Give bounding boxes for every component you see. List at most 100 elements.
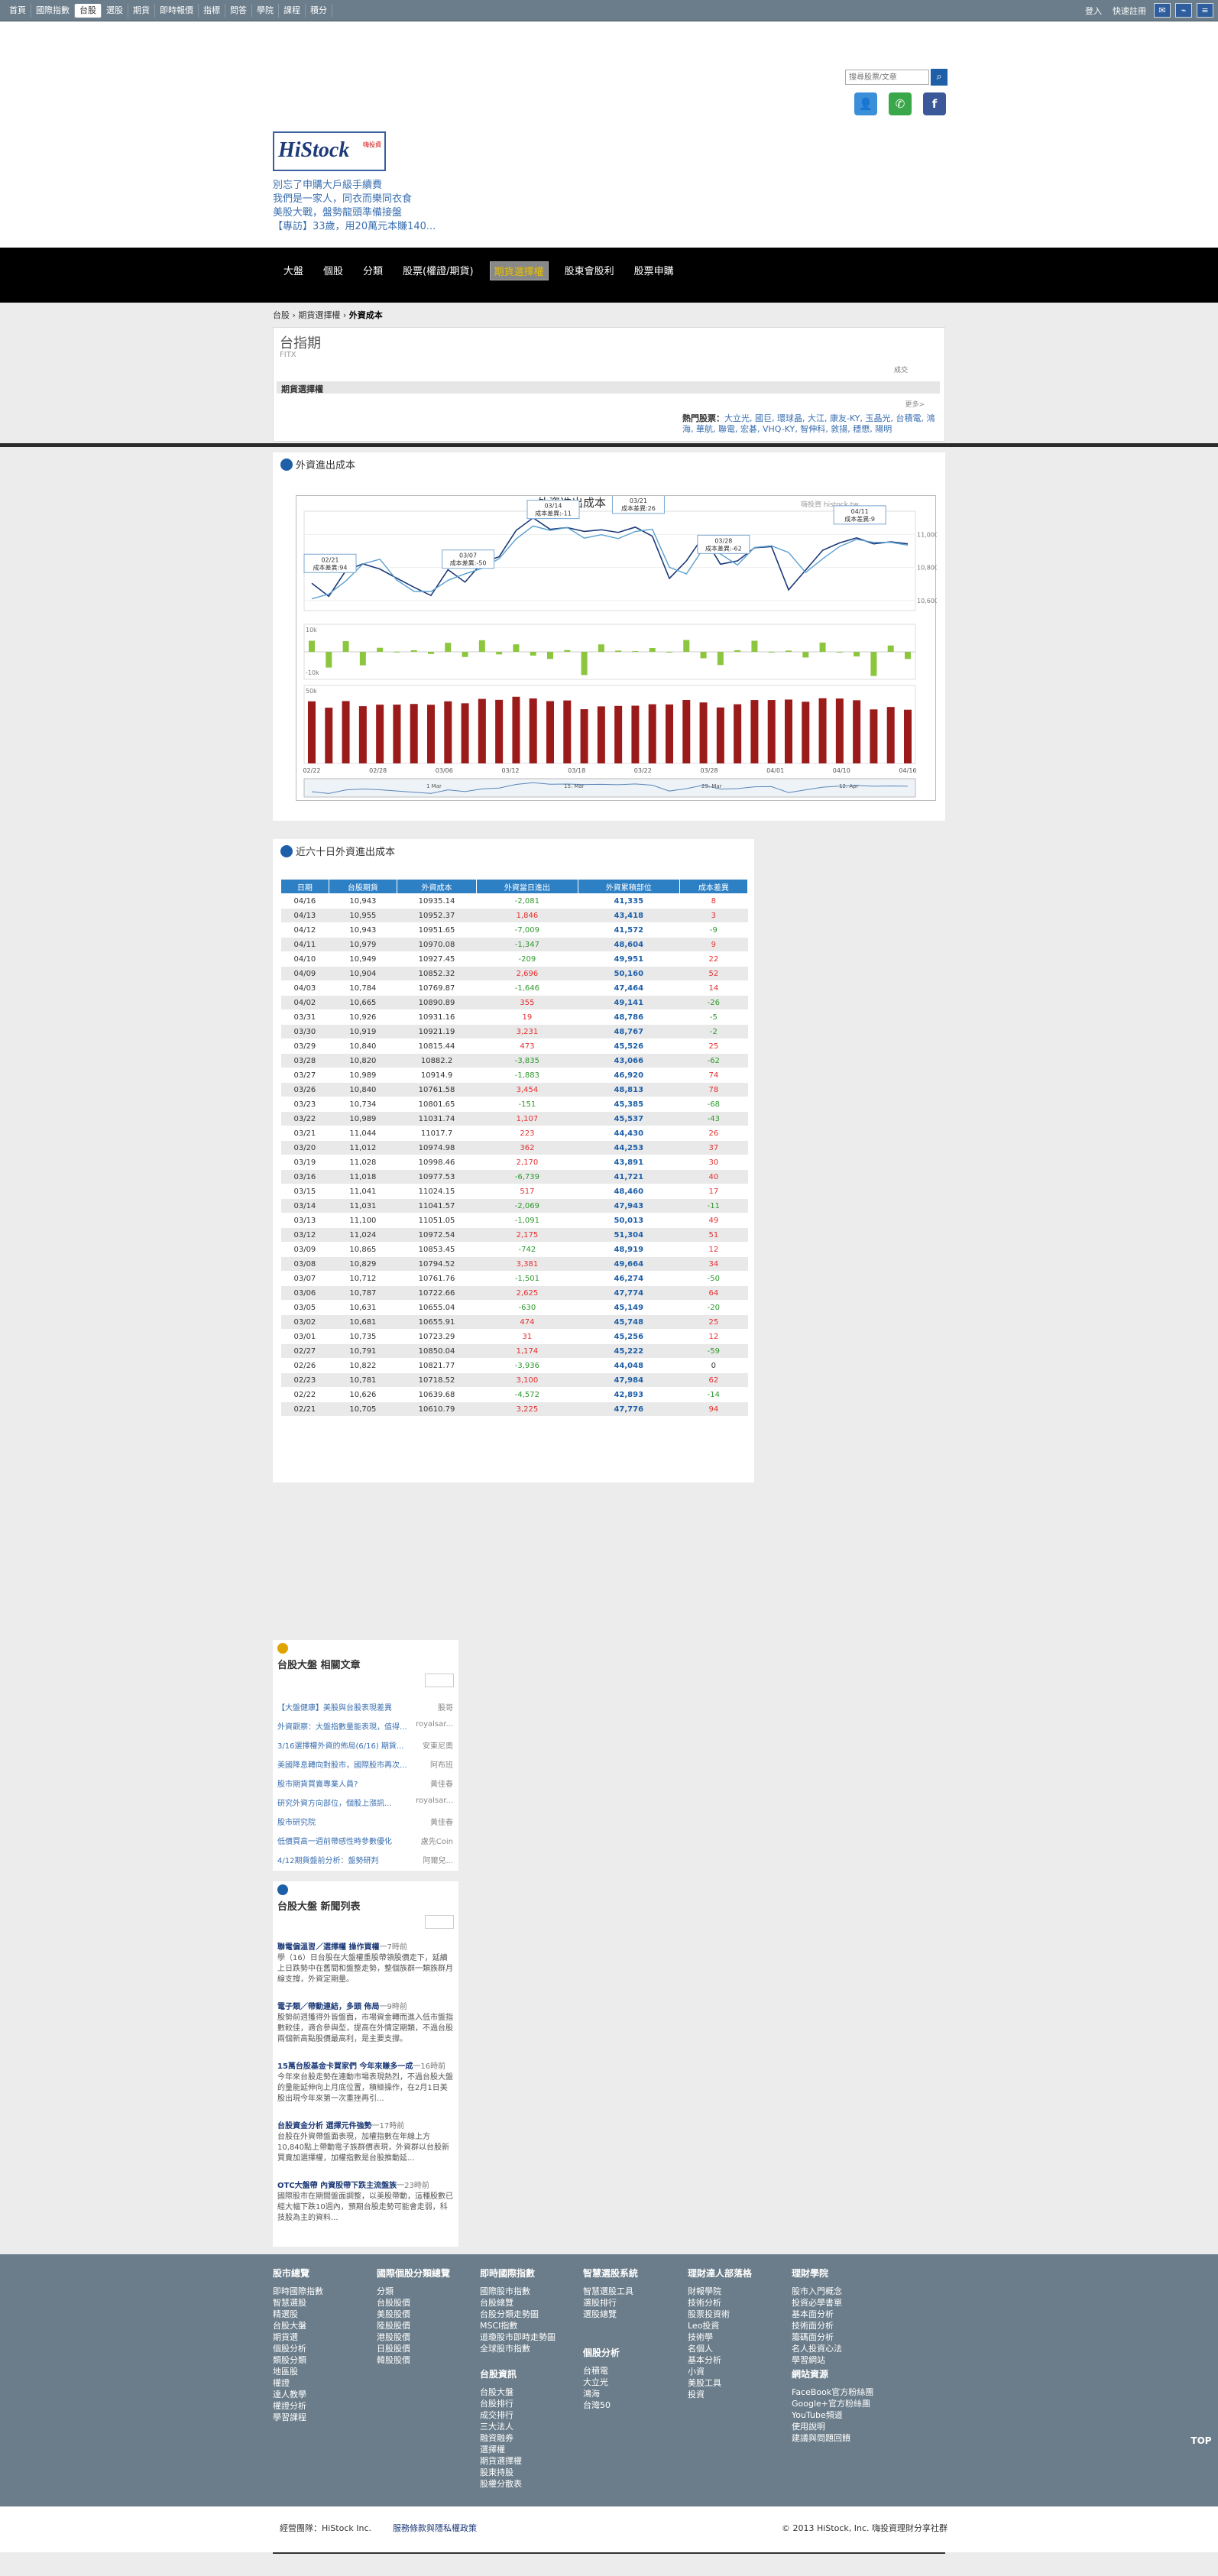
article-title[interactable]: 低價買高一週前帶感性時參數優化 [277, 1838, 392, 1846]
footer-link[interactable]: 技術分析 [688, 2297, 752, 2309]
breadcrumb-section[interactable]: 期貨選擇權 [298, 310, 340, 320]
footer-link[interactable]: Google+官方粉絲團 [792, 2398, 873, 2409]
footer-link[interactable]: 台股大盤 [273, 2320, 323, 2331]
footer-link[interactable]: 期貨選擇權 [480, 2455, 522, 2467]
article-author[interactable]: 黃佳春 [429, 1816, 453, 1827]
news-headline[interactable]: 聯電偏溫習／選擇權 操作買權一7時前 [277, 1943, 453, 1953]
footer-link[interactable]: 台股分類走勢圖 [480, 2309, 556, 2320]
chart-icon[interactable]: ⌁ [1175, 3, 1192, 18]
footer-link[interactable]: 期貨選 [273, 2331, 323, 2343]
footer-link[interactable]: 投資必學書單 [792, 2297, 842, 2309]
news-headline-text[interactable]: 15萬台股基金卡買家們 今年來賺多一成 [277, 2062, 413, 2071]
footer-link[interactable]: 成交排行 [480, 2409, 522, 2421]
footer-link[interactable]: 投資 [688, 2389, 752, 2400]
footer-link[interactable]: 大立光 [583, 2377, 620, 2388]
footer-link[interactable]: 全球股市指數 [480, 2343, 556, 2354]
footer-link[interactable]: 陸股股價 [377, 2320, 450, 2331]
line-icon[interactable]: ✆ [889, 92, 912, 115]
topnav-item[interactable]: 期貨 [128, 4, 155, 18]
footer-link[interactable]: 精選股 [273, 2309, 323, 2320]
footer-link[interactable]: 智慧選股 [273, 2297, 323, 2309]
article-title[interactable]: 研究外資方向部位，個股上漲訊... [277, 1800, 392, 1808]
news-headline[interactable]: 15萬台股基金卡買家們 今年來賺多一成一16時前 [277, 2062, 453, 2072]
footer-link[interactable]: 建議與問題回饋 [792, 2432, 873, 2444]
article-item[interactable]: 4/12期貨盤前分析：盤勢研判 阿爾兒... [277, 1854, 453, 1865]
footer-link[interactable]: 選股總覽 [583, 2309, 638, 2320]
footer-link[interactable]: 美股股價 [377, 2309, 450, 2320]
footer-link[interactable]: 三大法人 [480, 2421, 522, 2432]
mainnav-item[interactable]: 期貨選擇權 [489, 261, 549, 280]
article-item[interactable]: 研究外資方向部位，個股上漲訊... royalsar... [277, 1797, 453, 1808]
article-title[interactable]: 3/16選擇權外資的佈局(6/16) 期貨... [277, 1742, 403, 1751]
topnav-item[interactable]: 課程 [279, 4, 306, 18]
terms-link[interactable]: 服務條款與隱私權政策 [393, 2523, 477, 2533]
footer-link[interactable]: 小資 [688, 2366, 752, 2377]
tagline-item[interactable]: 美股大戰，盤勢龍頭準備接盤 [273, 206, 436, 220]
footer-link[interactable]: 基本分析 [688, 2354, 752, 2366]
footer-link[interactable]: 股票投資術 [688, 2309, 752, 2320]
news-headline-text[interactable]: 台股資金分析 選擇元件強勢 [277, 2122, 371, 2130]
news-headline[interactable]: 台股資金分析 選擇元件強勢一17時前 [277, 2121, 453, 2132]
tagline-item[interactable]: 別忘了申購大戶級手續費 [273, 179, 436, 193]
footer-link[interactable]: 台股總覽 [480, 2297, 556, 2309]
article-item[interactable]: 低價買高一週前帶感性時參數優化 盧先Coin [277, 1835, 453, 1846]
news-more-box[interactable] [425, 1915, 454, 1929]
articles-more-box[interactable] [425, 1674, 454, 1687]
footer-link[interactable]: 智慧選股工具 [583, 2286, 638, 2297]
mainnav-item[interactable]: 個股 [319, 261, 347, 280]
article-title[interactable]: 美國降息轉向對股市，國際股市再次... [277, 1761, 407, 1770]
footer-link[interactable]: 地區股 [273, 2366, 323, 2377]
article-author[interactable]: 股哥 [436, 1701, 453, 1712]
footer-link[interactable]: 美股工具 [688, 2377, 752, 2389]
article-item[interactable]: 股市期貨買賣專業人員? 黃佳春 [277, 1777, 453, 1789]
topnav-item[interactable]: 首頁 [5, 4, 31, 18]
back-to-top-button[interactable]: TOP [1187, 2430, 1215, 2451]
footer-link[interactable]: 名人投資心法 [792, 2343, 842, 2354]
login-link[interactable]: 登入 [1082, 5, 1105, 17]
footer-link[interactable]: 籌碼面分析 [792, 2331, 842, 2343]
article-item[interactable]: 3/16選擇權外資的佈局(6/16) 期貨... 安東尼奧 [277, 1739, 453, 1751]
mainnav-item[interactable]: 股票申購 [630, 261, 678, 280]
footer-link[interactable]: 股市入門概念 [792, 2286, 842, 2297]
article-author[interactable]: royalsar... [414, 1720, 453, 1729]
mail-icon[interactable]: ✉ [1154, 3, 1171, 18]
footer-link[interactable]: 技術學 [688, 2331, 752, 2343]
footer-link[interactable]: 選擇權 [480, 2444, 522, 2455]
article-title[interactable]: 4/12期貨盤前分析：盤勢研判 [277, 1857, 378, 1865]
news-headline-text[interactable]: OTC大盤帶 內資股帶下跌主流盤族 [277, 2182, 397, 2190]
mainnav-item[interactable]: 股東會股利 [561, 261, 618, 280]
site-logo[interactable]: HiStock 嗨投資 [273, 131, 386, 171]
menu-icon[interactable]: ≡ [1197, 3, 1213, 18]
footer-link[interactable]: 類股分類 [273, 2354, 323, 2366]
article-author[interactable]: 阿爾兒... [421, 1854, 453, 1865]
footer-link[interactable]: 名個人 [688, 2343, 752, 2354]
footer-link[interactable]: 道瓊股市即時走勢圖 [480, 2331, 556, 2343]
tagline-item[interactable]: 我們是一家人，同衣而樂同衣食 [273, 193, 436, 206]
news-headline-text[interactable]: 電子類／帶動連結，多頭 佈局 [277, 2003, 379, 2011]
topnav-item[interactable]: 即時報價 [155, 4, 199, 18]
footer-link[interactable]: 鴻海 [583, 2388, 620, 2399]
footer-link[interactable]: 台股股價 [377, 2297, 450, 2309]
footer-link[interactable]: 使用說明 [792, 2421, 873, 2432]
footer-link[interactable]: 台股排行 [480, 2398, 522, 2409]
article-author[interactable]: 黃佳春 [429, 1777, 453, 1789]
topnav-item[interactable]: 選股 [102, 4, 128, 18]
article-author[interactable]: 阿布班 [429, 1758, 453, 1770]
facebook-icon[interactable]: f [923, 92, 946, 115]
footer-link[interactable]: Leo投資 [688, 2320, 752, 2331]
footer-link[interactable]: MSCI指數 [480, 2320, 556, 2331]
topnav-item[interactable]: 問答 [225, 4, 252, 18]
article-item[interactable]: 【大盤健康】美股與台股表現差異 股哥 [277, 1701, 453, 1712]
more-link[interactable]: 更多> [905, 399, 925, 409]
footer-link[interactable]: 台股大盤 [480, 2386, 522, 2398]
topnav-item[interactable]: 國際指數 [31, 4, 75, 18]
footer-link[interactable]: 分類 [377, 2286, 450, 2297]
mainnav-item[interactable]: 大盤 [280, 261, 307, 280]
footer-link[interactable]: 日股股價 [377, 2343, 450, 2354]
footer-link[interactable]: 權證分析 [273, 2400, 323, 2412]
article-title[interactable]: 外資觀察：大盤指數量能表現，值得... [277, 1723, 407, 1732]
article-author[interactable]: royalsar... [414, 1797, 453, 1805]
article-author[interactable]: 安東尼奧 [421, 1739, 453, 1751]
footer-link[interactable]: 選股排行 [583, 2297, 638, 2309]
footer-link[interactable]: 財報學院 [688, 2286, 752, 2297]
